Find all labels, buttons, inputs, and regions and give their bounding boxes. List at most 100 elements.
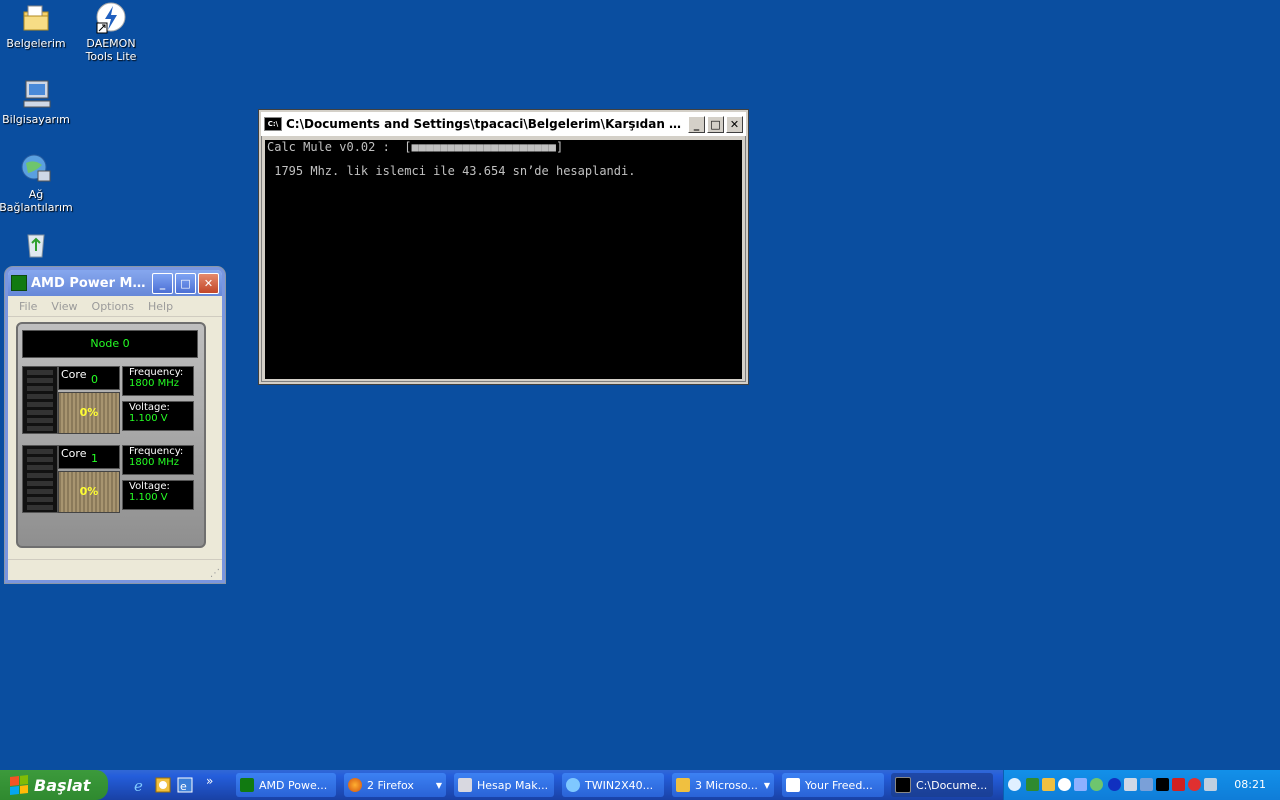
amd-icon: [240, 778, 254, 792]
console-title: C:\Documents and Settings\tpacaci\Belgel…: [286, 117, 686, 131]
maximize-button[interactable]: □: [175, 272, 196, 294]
task-label: Your Freed...: [805, 778, 873, 792]
core-label: Core 1: [58, 445, 120, 469]
minimize-button[interactable]: _: [152, 272, 173, 294]
menu-view[interactable]: View: [44, 300, 84, 313]
tray-clock-app-icon[interactable]: [1042, 778, 1055, 791]
resize-grip-icon[interactable]: ⋰: [210, 568, 220, 579]
browser-quicklaunch-icon[interactable]: e: [177, 777, 193, 793]
console-app-icon: C:\: [264, 117, 282, 131]
system-tray: 08:21: [1003, 770, 1280, 800]
core-load: 0%: [58, 392, 120, 434]
network-icon[interactable]: [1124, 778, 1137, 791]
maximize-button[interactable]: □: [707, 115, 724, 133]
frequency-display: Frequency: 1800 MHz: [122, 366, 194, 396]
menu-options[interactable]: Options: [85, 300, 141, 313]
tray-display-icon[interactable]: [1156, 778, 1169, 791]
my-documents-icon: [20, 2, 52, 34]
desktop-icon-bilgisayarim[interactable]: Bilgisayarım: [0, 78, 74, 126]
voltage-value: 1.100 V: [129, 492, 168, 503]
minimize-icon: _: [693, 117, 700, 131]
desktop-icon-belgelerim[interactable]: Belgelerim: [0, 2, 74, 50]
frequency-display: Frequency: 1800 MHz: [122, 445, 194, 475]
amd-titlebar[interactable]: AMD Power Moni... _ □ ✕: [8, 270, 222, 296]
task-label: 3 Microso...: [695, 778, 758, 792]
console-screen[interactable]: Calc Mule v0.02 : [■■■■■■■■■■■■■■■■■■■■]…: [265, 140, 742, 379]
amd-power-monitor-window[interactable]: AMD Power Moni... _ □ ✕ File View Option…: [5, 267, 225, 583]
frequency-value: 1800 MHz: [129, 457, 180, 468]
tray-monitor-icon[interactable]: [1204, 778, 1217, 791]
minimize-button[interactable]: _: [688, 115, 705, 133]
windows-logo-icon: [10, 775, 28, 795]
menu-file[interactable]: File: [12, 300, 44, 313]
desktop-icon-daemon-tools[interactable]: DAEMON Tools Lite: [73, 2, 149, 63]
network-connections-icon: [20, 153, 52, 185]
chevron-down-icon: ▼: [435, 780, 442, 790]
desktop-icon-label: Belgelerim: [6, 37, 66, 50]
load-meter: [22, 445, 58, 513]
svg-text:e: e: [134, 777, 143, 793]
maximize-icon: □: [710, 117, 721, 131]
taskbar-item-amd[interactable]: AMD Powe...: [236, 773, 336, 797]
chevron-down-icon: ▼: [763, 780, 770, 790]
load-meter: [22, 366, 58, 434]
taskbar-item-document[interactable]: Your Freed...: [782, 773, 884, 797]
start-label: Başlat: [34, 775, 91, 795]
taskbar: Başlat e e » AMD Powe... 2 Firefox ▼ Hes…: [0, 770, 1280, 800]
taskbar-item-microsoft[interactable]: 3 Microso... ▼: [672, 773, 774, 797]
tray-app3-icon[interactable]: [1188, 778, 1201, 791]
voltage-display: Voltage: 1.100 V: [122, 480, 194, 510]
daemon-tools-icon: [95, 2, 127, 34]
amd-monitor-panel: Node 0 Core 0 0% Frequency: 1800 MHz Vol…: [16, 322, 206, 548]
close-icon: ✕: [203, 276, 214, 290]
frequency-label: Frequency:: [129, 446, 184, 457]
taskbar-item-calculator[interactable]: Hesap Mak...: [454, 773, 554, 797]
core-index: 0: [91, 373, 98, 386]
desktop-icon-label: DAEMON Tools Lite: [85, 37, 137, 63]
tray-app2-icon[interactable]: [1140, 778, 1153, 791]
desktop-icon-label: Ağ Bağlantılarım: [0, 188, 73, 214]
firefox-icon: [348, 778, 362, 792]
taskbar-item-ie[interactable]: TWIN2X40...: [562, 773, 664, 797]
core-label: Core 0: [58, 366, 120, 390]
taskbar-item-firefox[interactable]: 2 Firefox ▼: [344, 773, 446, 797]
svg-text:e: e: [180, 780, 187, 793]
task-label: C:\Docume...: [916, 778, 988, 792]
console-line-header: Calc Mule v0.02 : [■■■■■■■■■■■■■■■■■■■■]: [267, 140, 564, 154]
taskbar-item-console[interactable]: C:\Docume...: [891, 773, 993, 797]
console-window[interactable]: C:\ C:\Documents and Settings\tpacaci\Be…: [259, 110, 748, 384]
console-line-result: 1795 Mhz. lik islemci ile 43.654 sn’de h…: [267, 164, 636, 178]
core-panel: Core 0 0% Frequency: 1800 MHz Voltage: 1…: [22, 364, 196, 434]
frequency-label: Frequency:: [129, 367, 184, 378]
core-text: Core: [61, 368, 87, 381]
app-icon: [676, 778, 690, 792]
status-bar: ⋰: [8, 559, 222, 580]
core-text: Core: [61, 447, 87, 460]
clock[interactable]: 08:21: [1234, 778, 1266, 791]
tray-shield-icon[interactable]: [1074, 778, 1087, 791]
desktop-icon-recycle-bin[interactable]: [0, 229, 74, 264]
quicklaunch-overflow-icon[interactable]: »: [206, 774, 222, 790]
clock-app-quicklaunch-icon[interactable]: [155, 777, 171, 793]
ie-quicklaunch-icon[interactable]: e: [133, 777, 149, 795]
tray-refresh-icon[interactable]: [1090, 778, 1103, 791]
desktop-icon-label: Bilgisayarım: [2, 113, 70, 126]
core-index: 1: [91, 452, 98, 465]
start-button[interactable]: Başlat: [0, 770, 108, 800]
close-button[interactable]: ✕: [198, 272, 219, 294]
menu-help[interactable]: Help: [141, 300, 180, 313]
tray-daemon-icon[interactable]: [1058, 778, 1071, 791]
desktop-icon-ag-baglantilarim[interactable]: Ağ Bağlantılarım: [0, 153, 74, 214]
frequency-value: 1800 MHz: [129, 378, 180, 389]
tray-expand-icon[interactable]: [1008, 778, 1021, 791]
voltage-value: 1.100 V: [129, 413, 168, 424]
close-button[interactable]: ✕: [726, 115, 743, 133]
tray-antivirus-icon[interactable]: [1172, 778, 1185, 791]
console-titlebar[interactable]: C:\ C:\Documents and Settings\tpacaci\Be…: [261, 112, 746, 136]
calculator-icon: [458, 778, 472, 792]
task-label: AMD Powe...: [259, 778, 328, 792]
maximize-icon: □: [180, 276, 191, 290]
tray-app-icon[interactable]: [1026, 778, 1039, 791]
bluetooth-icon[interactable]: [1108, 778, 1121, 791]
amd-title: AMD Power Moni...: [31, 275, 150, 291]
